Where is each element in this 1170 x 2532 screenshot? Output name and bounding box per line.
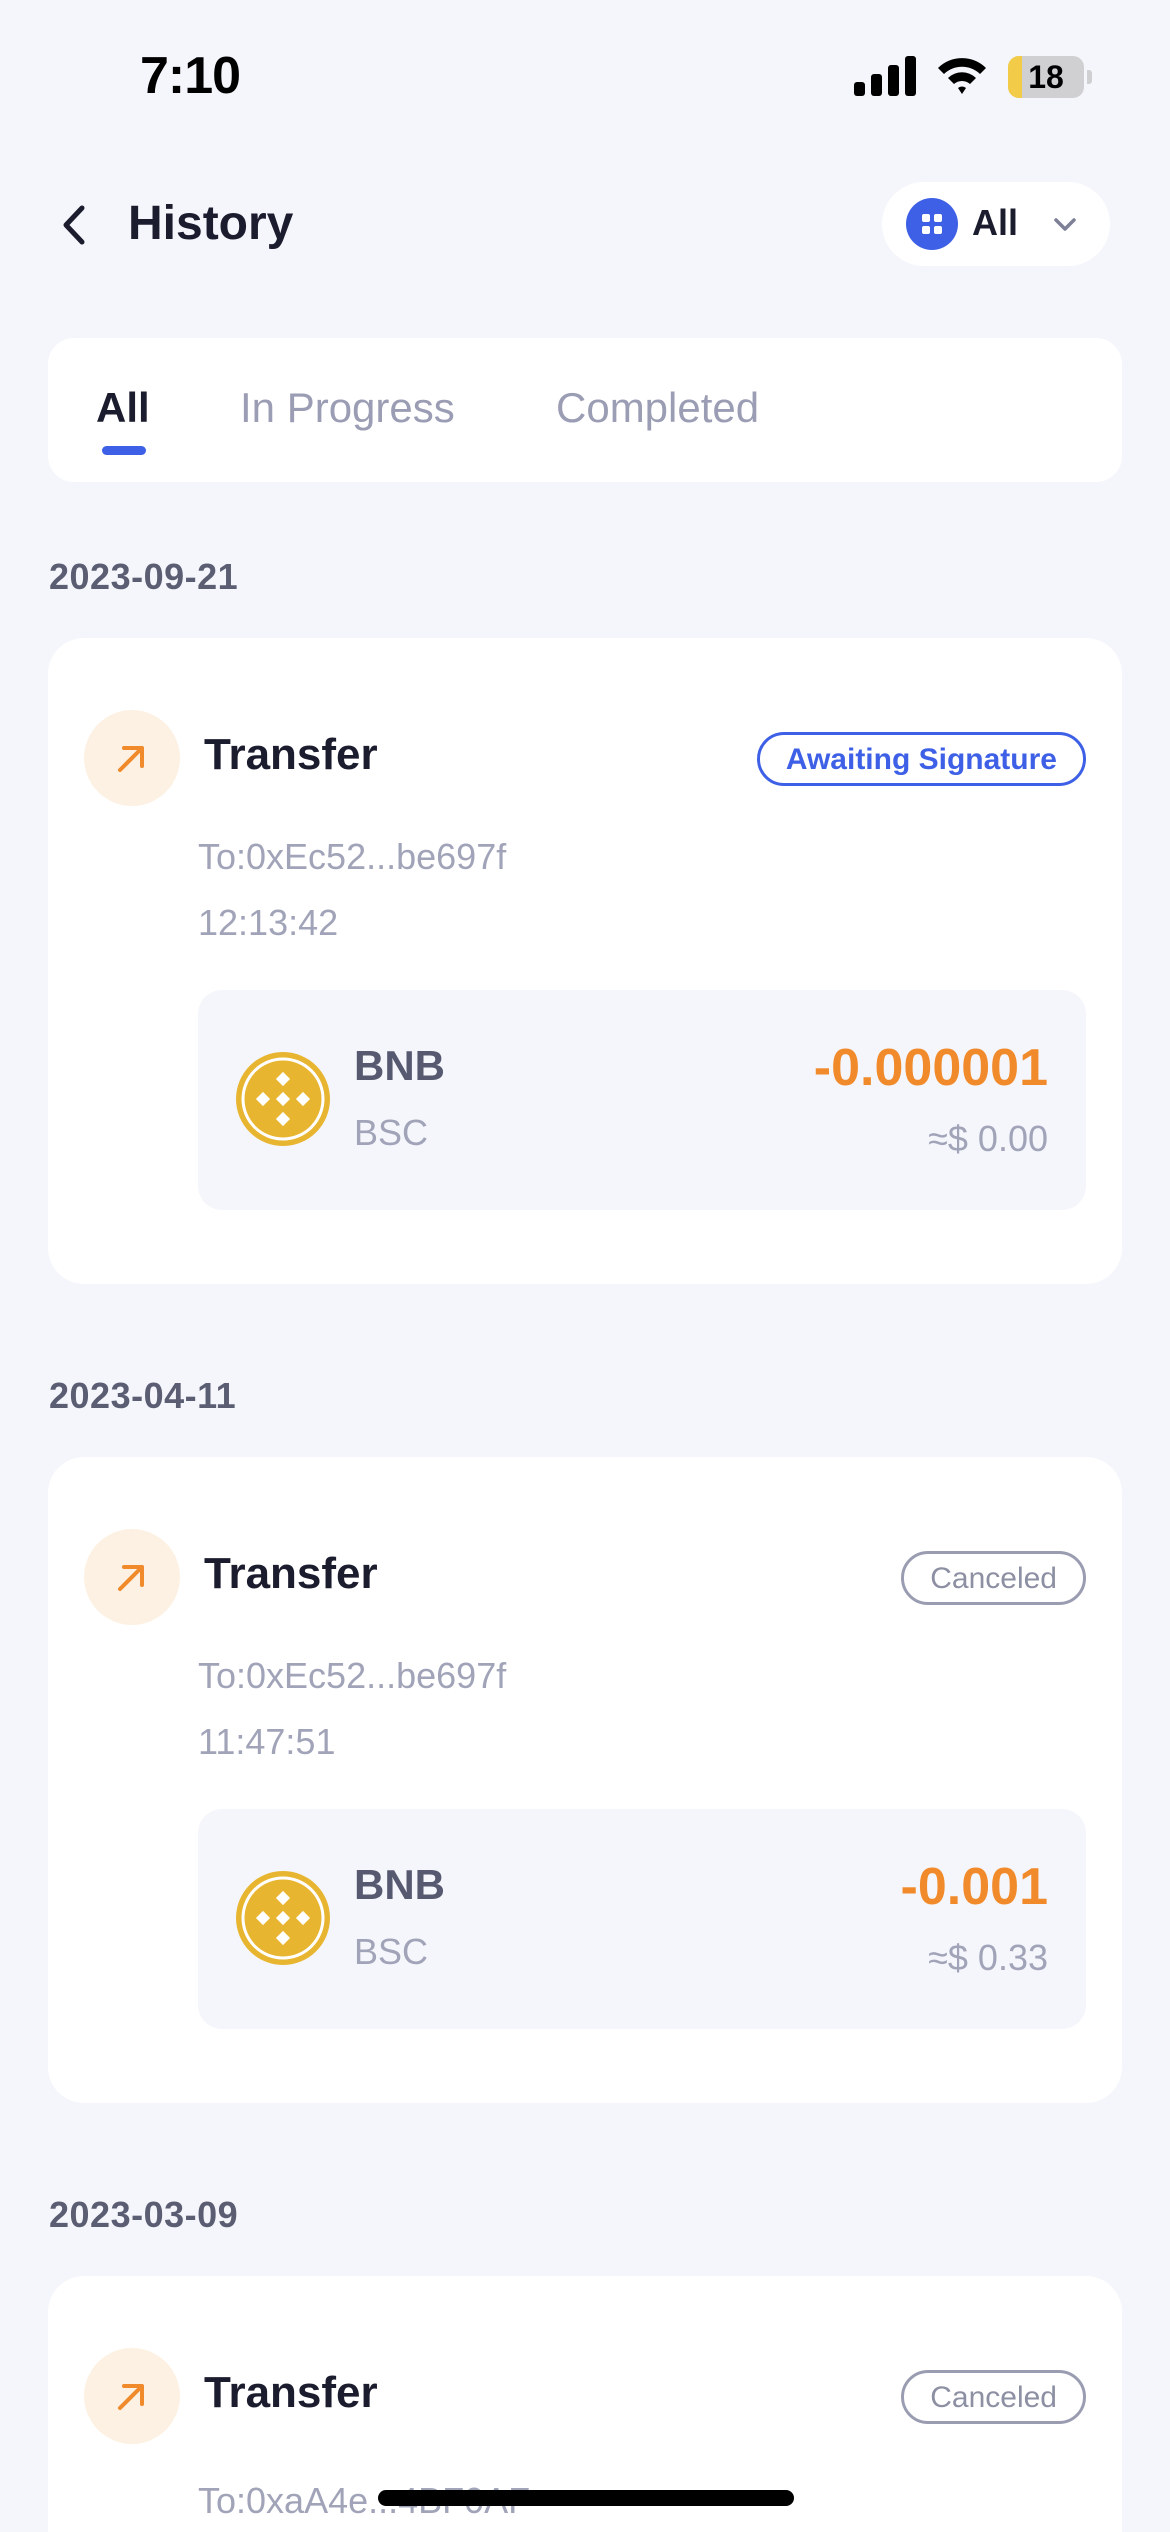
bnb-coin-icon [236,1052,330,1146]
recipient-address: To:0xEc52...be697f [198,1655,507,1696]
tabs-bar: All In Progress Completed [48,338,1122,482]
home-indicator [378,2490,794,2506]
battery-indicator: 18 [1008,56,1092,98]
tab-all[interactable]: All [96,384,150,432]
transaction-card[interactable]: Transfer Canceled To:0xEc52...be697f 11:… [48,1457,1122,2103]
status-time: 7:10 [140,47,241,105]
transfer-out-icon [84,710,180,806]
chevron-down-icon [1054,218,1076,231]
header: History All [0,170,1170,280]
asset-chain: BSC [354,1931,429,1972]
history-screen: 7:10 18 History All All In Progress Comp… [0,0,1170,2532]
asset-fiat-value: ≈$ 0.00 [928,1118,1048,1159]
tab-completed[interactable]: Completed [556,384,759,432]
date-header: 2023-03-09 [49,2194,239,2235]
asset-symbol: BNB [354,1861,445,1908]
battery-percent: 18 [1028,59,1064,95]
transfer-out-icon [84,2348,180,2444]
status-bar: 7:10 18 [0,0,1170,150]
transaction-type: Transfer [204,730,378,779]
transaction-type: Transfer [204,1549,378,1598]
asset-fiat-value: ≈$ 0.33 [928,1937,1048,1978]
status-badge: Awaiting Signature [756,732,1086,786]
asset-chain: BSC [354,1112,429,1153]
status-badge: Canceled [901,1551,1086,1605]
page-title: History [128,197,294,250]
tab-in-progress[interactable]: In Progress [240,384,455,432]
transaction-card[interactable]: Transfer Awaiting Signature To:0xEc52...… [48,638,1122,1284]
transaction-time: 12:13:42 [198,902,339,943]
bnb-coin-icon [236,1871,330,1965]
status-badge: Canceled [901,2370,1086,2424]
battery-body: 18 [1008,56,1084,98]
wifi-icon [938,58,986,94]
grid-icon [906,198,958,250]
asset-amount: -0.000001 [813,1039,1048,1097]
back-arrow-icon[interactable] [56,202,96,248]
asset-row: BNB BSC -0.000001 ≈$ 0.00 [198,990,1086,1210]
battery-cap [1087,70,1092,84]
asset-row: BNB BSC -0.001 ≈$ 0.33 [198,1809,1086,2029]
filter-dropdown-button[interactable]: All [882,182,1110,266]
active-tab-indicator [102,446,146,455]
asset-symbol: BNB [354,1042,445,1089]
signal-icon [854,56,916,96]
recipient-address: To:0xEc52...be697f [198,836,507,877]
date-header: 2023-04-11 [49,1375,237,1416]
date-header: 2023-09-21 [49,556,239,597]
asset-amount: -0.001 [900,1858,1048,1916]
transaction-type: Transfer [204,2368,378,2417]
filter-label: All [972,202,1019,243]
transaction-time: 11:47:51 [198,1721,336,1762]
transfer-out-icon [84,1529,180,1625]
